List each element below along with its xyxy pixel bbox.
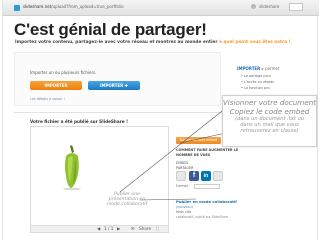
callout-line1: Visionner votre document	[222, 98, 317, 107]
callout-line-to-viewer	[119, 99, 237, 193]
callout-line2: Copiez le code embed	[229, 107, 310, 116]
callout-note: (dans un document .txt ou dans un mail q…	[234, 116, 305, 135]
caption-line-to-collab	[139, 198, 197, 201]
